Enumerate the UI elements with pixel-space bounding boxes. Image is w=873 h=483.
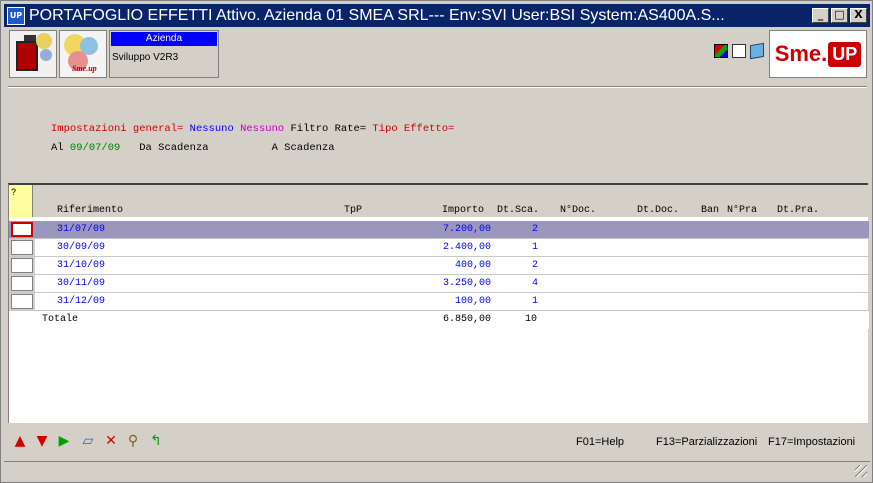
- da-scadenza-label: Da Scadenza: [139, 142, 209, 154]
- palette-icon[interactable]: [714, 44, 728, 58]
- app-window: UP PORTAFOGLIO EFFETTI Attivo. Azienda 0…: [0, 0, 873, 483]
- cell-importo: 2.400,00: [442, 242, 491, 253]
- azienda-panel: Azienda Sviluppo V2R3: [109, 30, 219, 78]
- cell-riferimento: 31/12/09: [57, 296, 106, 307]
- row-select-box[interactable]: [11, 294, 33, 309]
- col-importo[interactable]: Importo: [442, 205, 484, 216]
- cell-importo: 3.250,00: [442, 278, 491, 289]
- date-line: Al 09/07/09 Da Scadenza A Scadenza: [51, 142, 335, 154]
- document-icon[interactable]: [732, 44, 746, 58]
- status-bar: [4, 461, 870, 480]
- row-select-box[interactable]: [11, 240, 33, 255]
- settings-line: Impostazioni general= Nessuno Nessuno Fi…: [51, 123, 454, 135]
- row-select-box[interactable]: [11, 276, 33, 291]
- col-tpp[interactable]: TpP: [344, 205, 362, 216]
- search-icon[interactable]: ⚲: [125, 433, 141, 449]
- machine-logo-icon[interactable]: [9, 30, 57, 78]
- table-row[interactable]: 31/10/09 400,00 2: [9, 257, 869, 275]
- cell-importo: 400,00: [454, 260, 491, 271]
- header-icons: [714, 42, 764, 60]
- impostazioni-label: Impostazioni general=: [51, 123, 184, 135]
- cell-riferimento: 31/10/09: [57, 260, 106, 271]
- header-divider: [8, 86, 867, 88]
- col-n-pra[interactable]: N°Pra: [727, 205, 757, 216]
- al-date: 09/07/09: [69, 142, 121, 154]
- maximize-button[interactable]: □: [831, 8, 848, 23]
- eraser-icon[interactable]: ▱: [80, 433, 96, 449]
- arrow-down-icon[interactable]: ▼: [34, 433, 50, 449]
- row-select-box[interactable]: [11, 222, 33, 237]
- azienda-label: Azienda: [111, 32, 217, 46]
- book-icon[interactable]: [750, 42, 764, 60]
- refresh-icon[interactable]: ↰: [148, 433, 164, 449]
- logo-text: Sme.up: [72, 64, 97, 73]
- cell-importo: 100,00: [454, 296, 491, 307]
- brand-sme: Sme.: [774, 41, 828, 66]
- arrow-up-icon[interactable]: ▲: [12, 433, 28, 449]
- col-dt-sca[interactable]: Dt.Sca.: [497, 205, 539, 216]
- a-scadenza-label: A Scadenza: [271, 142, 335, 154]
- title-bar: UP PORTAFOGLIO EFFETTI Attivo. Azienda 0…: [4, 4, 870, 27]
- col-n-doc[interactable]: N°Doc.: [560, 205, 596, 216]
- total-dt-sca: 10: [525, 314, 538, 325]
- col-dt-pra[interactable]: Dt.Pra.: [777, 205, 819, 216]
- table-row[interactable]: 30/11/09 3.250,00 4: [9, 275, 869, 293]
- row-select-box[interactable]: [11, 258, 33, 273]
- smeup-brand-logo: Sme. UP: [769, 30, 867, 78]
- filtro-rate-label: Filtro Rate=: [290, 123, 367, 135]
- cell-riferimento: 30/09/09: [57, 242, 106, 253]
- brand-up: UP: [828, 41, 862, 67]
- filter-info-panel: Impostazioni general= Nessuno Nessuno Fi…: [8, 90, 867, 182]
- table-row[interactable]: 31/12/09 100,00 1: [9, 293, 869, 311]
- bottom-toolbar: ▲ ▼ ▶ ▱ ✕ ⚲ ↰ F01=Help F13=Parzializzazi…: [8, 430, 868, 454]
- impostazioni-value-2: Nessuno: [240, 123, 285, 135]
- effects-grid[interactable]: ? Riferimento TpP Importo Dt.Sca. N°Doc.…: [8, 183, 869, 423]
- cell-dt-sca: 1: [532, 242, 539, 253]
- table-row[interactable]: 30/09/09 2.400,00 1: [9, 239, 869, 257]
- f01-help-key[interactable]: F01=Help: [576, 436, 624, 448]
- window-title: PORTAFOGLIO EFFETTI Attivo. Azienda 01 S…: [29, 6, 725, 24]
- grid-header-row: Riferimento TpP Importo Dt.Sca. N°Doc. D…: [9, 205, 869, 218]
- total-row: Totale 6.850,00 10: [9, 311, 869, 329]
- col-dt-doc[interactable]: Dt.Doc.: [637, 205, 679, 216]
- col-riferimento[interactable]: Riferimento: [57, 205, 123, 216]
- minimize-button[interactable]: _: [812, 8, 829, 23]
- al-label: Al: [51, 142, 64, 154]
- cell-dt-sca: 2: [532, 260, 539, 271]
- cell-dt-sca: 4: [532, 278, 539, 289]
- cell-dt-sca: 1: [532, 296, 539, 307]
- resize-grip-icon[interactable]: [855, 465, 867, 477]
- azienda-value: Sviluppo V2R3: [112, 52, 179, 63]
- cell-importo: 7.200,00: [442, 224, 491, 235]
- header-toolbar: Sme.up Azienda Sviluppo V2R3 Sme. UP: [4, 28, 870, 80]
- impostazioni-value-1: Nessuno: [189, 123, 234, 135]
- table-row[interactable]: 31/07/09 7.200,00 2: [9, 221, 869, 239]
- app-icon[interactable]: UP: [7, 6, 25, 25]
- tipo-effetto-label: Tipo Effetto=: [372, 123, 455, 135]
- cell-riferimento: 30/11/09: [57, 278, 106, 289]
- play-icon[interactable]: ▶: [56, 433, 72, 449]
- total-label: Totale: [42, 314, 79, 325]
- total-importo: 6.850,00: [442, 314, 491, 325]
- close-icon[interactable]: ✕: [103, 433, 119, 449]
- cell-dt-sca: 2: [532, 224, 539, 235]
- f13-parzializzazioni-key[interactable]: F13=Parzializzazioni: [656, 436, 757, 448]
- smeup-gears-logo-icon[interactable]: Sme.up: [59, 30, 107, 78]
- col-ban[interactable]: Ban: [701, 205, 719, 216]
- f17-impostazioni-key[interactable]: F17=Impostazioni: [768, 436, 855, 448]
- cell-riferimento: 31/07/09: [57, 224, 106, 235]
- close-window-button[interactable]: X: [850, 8, 867, 23]
